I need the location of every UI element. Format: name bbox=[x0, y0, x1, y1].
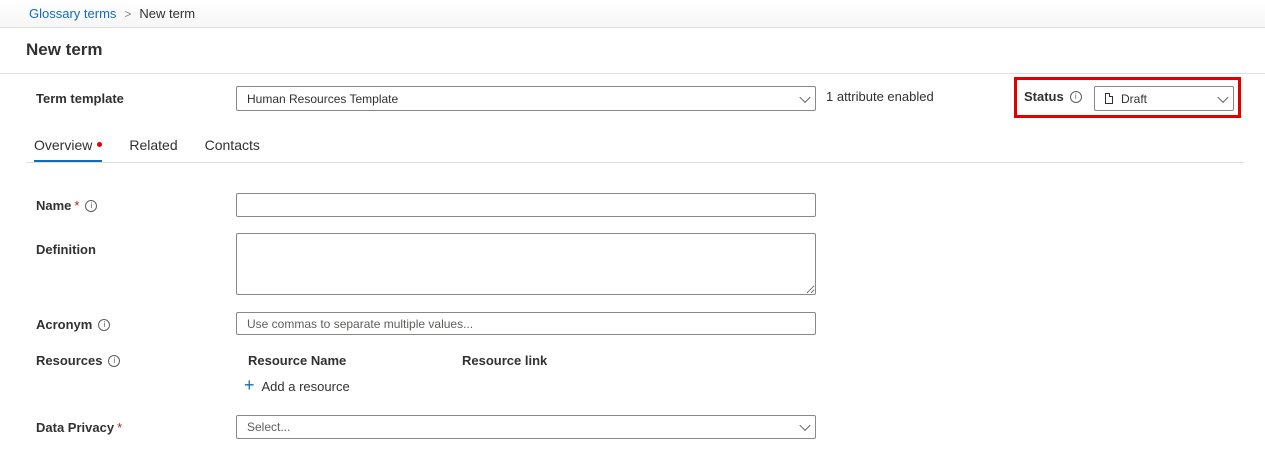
info-icon[interactable]: i bbox=[1069, 90, 1082, 103]
acronym-input[interactable]: Use commas to separate multiple values..… bbox=[236, 312, 816, 335]
data-privacy-label: Data Privacy * bbox=[36, 420, 122, 435]
name-label-text: Name bbox=[36, 198, 72, 213]
acronym-placeholder: Use commas to separate multiple values..… bbox=[247, 316, 474, 331]
resource-link-column-header: Resource link bbox=[462, 353, 548, 368]
tab-related-label: Related bbox=[129, 137, 178, 153]
acronym-label-text: Acronym bbox=[36, 317, 93, 332]
resources-label-text: Resources bbox=[36, 353, 103, 368]
required-marker: * bbox=[74, 198, 80, 213]
name-input[interactable] bbox=[236, 193, 816, 217]
add-resource-label: Add a resource bbox=[261, 378, 350, 394]
tab-related[interactable]: Related bbox=[129, 137, 177, 162]
document-icon bbox=[1105, 93, 1113, 104]
info-icon[interactable]: i bbox=[98, 318, 111, 331]
definition-label-text: Definition bbox=[36, 242, 96, 257]
resources-label: Resources i bbox=[36, 353, 121, 368]
title-divider bbox=[0, 73, 1265, 74]
unsaved-dot-icon bbox=[97, 141, 103, 147]
tab-overview-label: Overview bbox=[34, 137, 93, 153]
status-select[interactable]: Draft bbox=[1094, 86, 1234, 111]
breadcrumb-bar: Glossary terms > New term bbox=[0, 0, 1265, 28]
tab-contacts[interactable]: Contacts bbox=[205, 137, 260, 162]
info-icon[interactable]: i bbox=[85, 199, 98, 212]
chevron-down-icon bbox=[1217, 91, 1229, 103]
tabs-divider bbox=[26, 162, 1244, 163]
tab-overview[interactable]: Overview bbox=[34, 137, 103, 162]
status-value: Draft bbox=[1121, 91, 1148, 106]
breadcrumb: Glossary terms > New term bbox=[29, 6, 195, 21]
plus-icon: + bbox=[244, 375, 255, 395]
name-label: Name * i bbox=[36, 198, 98, 213]
page-title: New term bbox=[26, 40, 103, 59]
status-label: Status i bbox=[1024, 89, 1082, 104]
data-privacy-placeholder: Select... bbox=[247, 420, 291, 434]
chevron-down-icon bbox=[799, 419, 811, 432]
tab-contacts-label: Contacts bbox=[204, 137, 260, 153]
tab-bar: Overview Related Contacts bbox=[34, 137, 287, 162]
breadcrumb-current: New term bbox=[139, 6, 196, 21]
definition-label: Definition bbox=[36, 242, 96, 257]
breadcrumb-glossary-terms-link[interactable]: Glossary terms bbox=[29, 6, 116, 21]
add-resource-button[interactable]: + Add a resource bbox=[244, 375, 350, 395]
required-marker: * bbox=[117, 420, 123, 435]
term-template-label-text: Term template bbox=[36, 91, 124, 106]
term-template-label: Term template bbox=[36, 91, 124, 106]
data-privacy-select[interactable]: Select... bbox=[236, 415, 816, 439]
chevron-down-icon bbox=[799, 91, 811, 103]
term-template-select[interactable]: Human Resources Template bbox=[236, 86, 816, 111]
term-template-value: Human Resources Template bbox=[247, 91, 399, 106]
attribute-count-note: 1 attribute enabled bbox=[826, 89, 934, 104]
resource-name-column-header: Resource Name bbox=[248, 353, 347, 368]
status-label-text: Status bbox=[1024, 89, 1064, 104]
breadcrumb-separator-icon: > bbox=[124, 6, 132, 21]
info-icon[interactable]: i bbox=[108, 354, 121, 367]
data-privacy-label-text: Data Privacy bbox=[36, 420, 115, 435]
definition-textarea[interactable] bbox=[236, 233, 816, 295]
acronym-label: Acronym i bbox=[36, 317, 111, 332]
